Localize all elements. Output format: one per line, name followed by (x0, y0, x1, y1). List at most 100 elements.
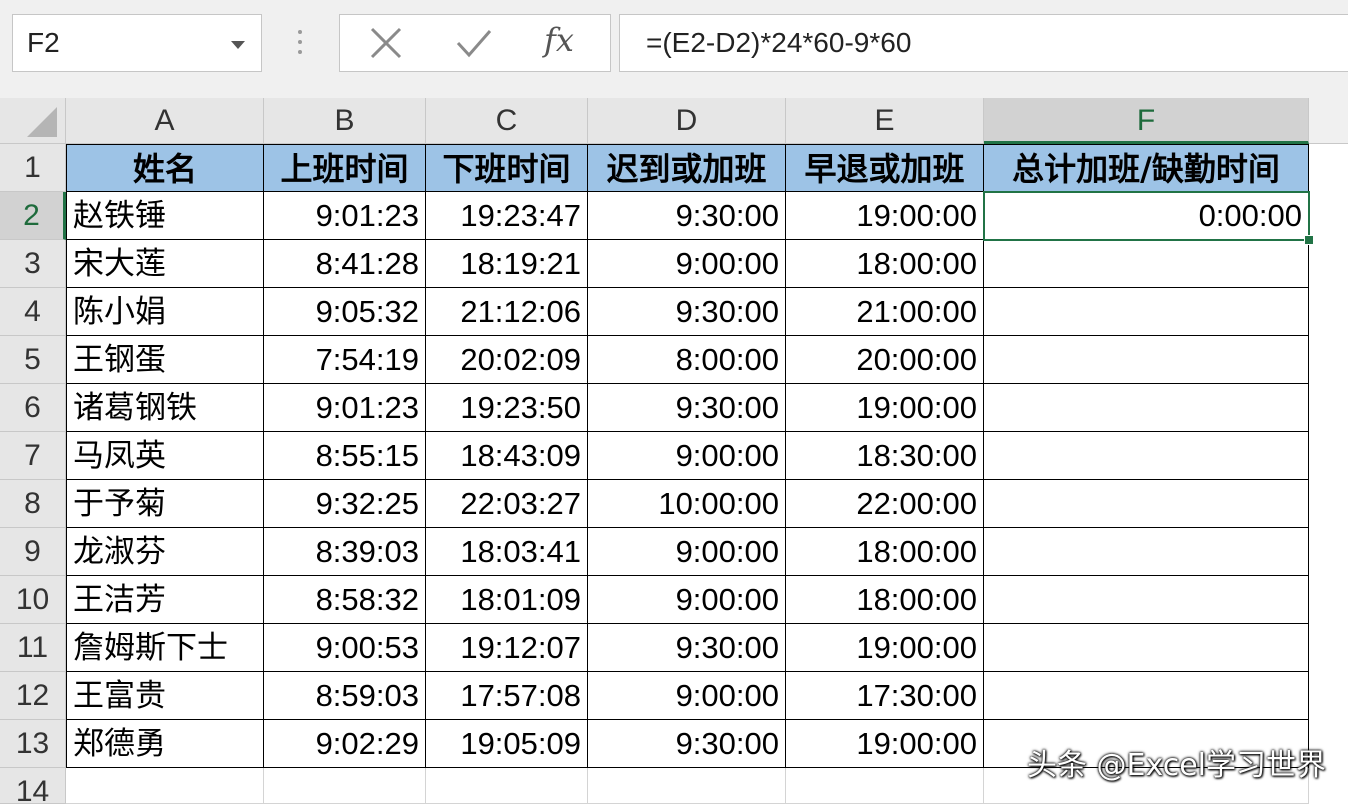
row-header-4[interactable]: 4 (0, 288, 66, 336)
cell-c4[interactable]: 21:12:06 (426, 288, 588, 336)
cell-b9[interactable]: 8:39:03 (264, 528, 426, 576)
cell-c2[interactable]: 19:23:47 (426, 192, 588, 240)
row-header-5[interactable]: 5 (0, 336, 66, 384)
header-cell-b[interactable]: 上班时间 (264, 144, 426, 192)
row-header-6[interactable]: 6 (0, 384, 66, 432)
column-header-e[interactable]: E (786, 98, 984, 144)
cell-a2[interactable]: 赵铁锤 (66, 192, 264, 240)
row-header-11[interactable]: 11 (0, 624, 66, 672)
cell-a8[interactable]: 于予菊 (66, 480, 264, 528)
cell-e10[interactable]: 18:00:00 (786, 576, 984, 624)
cell-e8[interactable]: 22:00:00 (786, 480, 984, 528)
cell-a14[interactable] (66, 768, 264, 804)
row-header-8[interactable]: 8 (0, 480, 66, 528)
cell-d2[interactable]: 9:30:00 (588, 192, 786, 240)
cell-e4[interactable]: 21:00:00 (786, 288, 984, 336)
cell-e7[interactable]: 18:30:00 (786, 432, 984, 480)
cell-a12[interactable]: 王富贵 (66, 672, 264, 720)
cell-f12[interactable] (984, 672, 1309, 720)
cell-c11[interactable]: 19:12:07 (426, 624, 588, 672)
cell-e9[interactable]: 18:00:00 (786, 528, 984, 576)
cell-a9[interactable]: 龙淑芬 (66, 528, 264, 576)
cell-e6[interactable]: 19:00:00 (786, 384, 984, 432)
column-header-d[interactable]: D (588, 98, 786, 144)
row-header-12[interactable]: 12 (0, 672, 66, 720)
row-header-14[interactable]: 14 (0, 768, 66, 804)
cell-e14[interactable] (786, 768, 984, 804)
cell-c8[interactable]: 22:03:27 (426, 480, 588, 528)
cell-a5[interactable]: 王钢蛋 (66, 336, 264, 384)
select-all-button[interactable] (0, 98, 66, 144)
enter-button[interactable] (444, 23, 504, 63)
cell-b6[interactable]: 9:01:23 (264, 384, 426, 432)
cell-f10[interactable] (984, 576, 1309, 624)
cell-b8[interactable]: 9:32:25 (264, 480, 426, 528)
cell-c3[interactable]: 18:19:21 (426, 240, 588, 288)
cell-c6[interactable]: 19:23:50 (426, 384, 588, 432)
cell-a3[interactable]: 宋大莲 (66, 240, 264, 288)
name-box[interactable]: F2 (12, 14, 262, 72)
cell-f6[interactable] (984, 384, 1309, 432)
cell-f5[interactable] (984, 336, 1309, 384)
cancel-button[interactable] (356, 23, 416, 63)
cell-d14[interactable] (588, 768, 786, 804)
cell-f2[interactable]: 0:00:00 (984, 192, 1309, 240)
cell-a11[interactable]: 詹姆斯下士 (66, 624, 264, 672)
cell-d3[interactable]: 9:00:00 (588, 240, 786, 288)
chevron-down-icon[interactable] (231, 41, 245, 49)
cell-c10[interactable]: 18:01:09 (426, 576, 588, 624)
cell-a6[interactable]: 诸葛钢铁 (66, 384, 264, 432)
row-header-3[interactable]: 3 (0, 240, 66, 288)
cell-d5[interactable]: 8:00:00 (588, 336, 786, 384)
cell-b10[interactable]: 8:58:32 (264, 576, 426, 624)
row-header-10[interactable]: 10 (0, 576, 66, 624)
cell-b13[interactable]: 9:02:29 (264, 720, 426, 768)
cell-e11[interactable]: 19:00:00 (786, 624, 984, 672)
cell-d11[interactable]: 9:30:00 (588, 624, 786, 672)
cell-f3[interactable] (984, 240, 1309, 288)
header-cell-d[interactable]: 迟到或加班 (588, 144, 786, 192)
cell-f8[interactable] (984, 480, 1309, 528)
column-header-f[interactable]: F (984, 98, 1309, 144)
cell-a7[interactable]: 马凤英 (66, 432, 264, 480)
cell-c12[interactable]: 17:57:08 (426, 672, 588, 720)
cell-b11[interactable]: 9:00:53 (264, 624, 426, 672)
cell-c5[interactable]: 20:02:09 (426, 336, 588, 384)
grip-handle-icon[interactable] (297, 28, 303, 58)
cell-a10[interactable]: 王洁芳 (66, 576, 264, 624)
column-header-c[interactable]: C (426, 98, 588, 144)
cell-d13[interactable]: 9:30:00 (588, 720, 786, 768)
cell-b4[interactable]: 9:05:32 (264, 288, 426, 336)
insert-function-button[interactable]: fx (532, 21, 592, 63)
row-header-1[interactable]: 1 (0, 144, 66, 192)
cell-a4[interactable]: 陈小娟 (66, 288, 264, 336)
cell-b12[interactable]: 8:59:03 (264, 672, 426, 720)
cell-b7[interactable]: 8:55:15 (264, 432, 426, 480)
cell-c13[interactable]: 19:05:09 (426, 720, 588, 768)
cell-d7[interactable]: 9:00:00 (588, 432, 786, 480)
cell-b2[interactable]: 9:01:23 (264, 192, 426, 240)
header-cell-a[interactable]: 姓名 (66, 144, 264, 192)
cell-e13[interactable]: 19:00:00 (786, 720, 984, 768)
header-cell-c[interactable]: 下班时间 (426, 144, 588, 192)
column-header-a[interactable]: A (66, 98, 264, 144)
cell-d6[interactable]: 9:30:00 (588, 384, 786, 432)
cell-c14[interactable] (426, 768, 588, 804)
cell-f7[interactable] (984, 432, 1309, 480)
cell-f4[interactable] (984, 288, 1309, 336)
cell-e2[interactable]: 19:00:00 (786, 192, 984, 240)
header-cell-f[interactable]: 总计加班/缺勤时间 (984, 144, 1309, 192)
row-header-13[interactable]: 13 (0, 720, 66, 768)
cell-b3[interactable]: 8:41:28 (264, 240, 426, 288)
cell-b14[interactable] (264, 768, 426, 804)
formula-input[interactable]: =(E2-D2)*24*60-9*60 (619, 14, 1348, 72)
row-header-2[interactable]: 2 (0, 192, 66, 240)
header-cell-e[interactable]: 早退或加班 (786, 144, 984, 192)
cell-e5[interactable]: 20:00:00 (786, 336, 984, 384)
cell-f11[interactable] (984, 624, 1309, 672)
row-header-9[interactable]: 9 (0, 528, 66, 576)
column-header-b[interactable]: B (264, 98, 426, 144)
cell-c7[interactable]: 18:43:09 (426, 432, 588, 480)
cell-e12[interactable]: 17:30:00 (786, 672, 984, 720)
cell-d8[interactable]: 10:00:00 (588, 480, 786, 528)
